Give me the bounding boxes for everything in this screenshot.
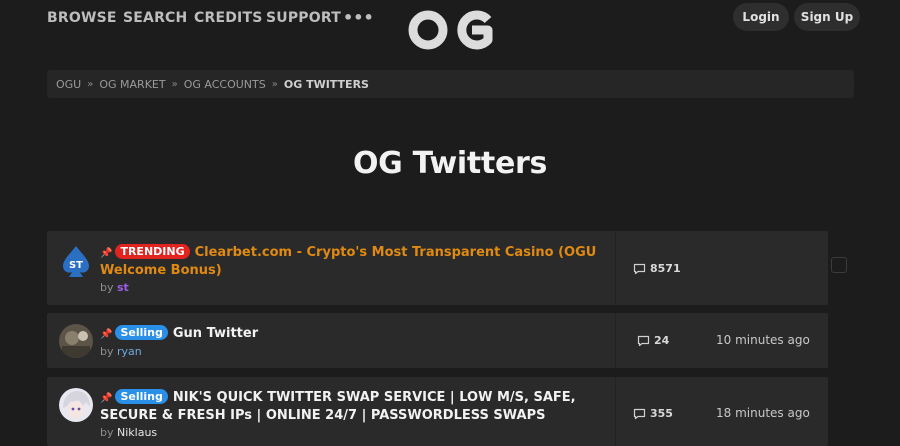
thread-row[interactable]: 📌 Selling Gun Twitter by ryan 24 10 minute… <box>47 313 828 368</box>
comment-icon <box>633 408 646 419</box>
by-label: by <box>100 345 114 358</box>
reply-count-value: 8571 <box>650 262 681 275</box>
selling-badge: Selling <box>115 389 168 404</box>
by-label: by <box>100 426 114 439</box>
nav-search[interactable]: SEARCH <box>123 10 187 26</box>
thread-content: 📌 Selling NIK'S QUICK TWITTER SWAP SERVICE… <box>100 389 610 439</box>
avatar[interactable] <box>59 388 93 422</box>
column-divider <box>615 231 616 305</box>
thread-row[interactable]: ST 📌 TRENDING Clearbet.com - Crypto's Most… <box>47 231 828 305</box>
page-title: OG Twitters <box>352 146 548 181</box>
pin-icon: 📌 <box>100 248 113 259</box>
last-post-time[interactable]: 10 minutes ago <box>716 333 810 347</box>
reply-count: 355 <box>633 407 673 420</box>
nav-support[interactable]: SUPPORT <box>266 10 341 26</box>
thread-title[interactable]: NIK'S QUICK TWITTER SWAP SERVICE | LOW M… <box>100 390 576 423</box>
selling-badge: Selling <box>115 325 168 340</box>
select-checkbox[interactable] <box>831 257 847 273</box>
breadcrumb: OGU » OG MARKET » OG ACCOUNTS » OG TWITT… <box>47 70 854 98</box>
og-logo-icon[interactable] <box>406 4 496 56</box>
avatar[interactable]: ST <box>59 244 93 278</box>
login-button[interactable]: Login <box>733 3 789 31</box>
more-menu-icon[interactable]: ••• <box>343 8 374 27</box>
breadcrumb-separator: » <box>271 78 278 90</box>
svg-text:ST: ST <box>69 260 83 271</box>
trending-badge: TRENDING <box>115 244 190 259</box>
thread-row[interactable]: 📌 Selling NIK'S QUICK TWITTER SWAP SERVICE… <box>47 377 828 446</box>
thread-author[interactable]: ryan <box>117 345 142 358</box>
breadcrumb-og-accounts[interactable]: OG ACCOUNTS <box>184 78 266 91</box>
avatar[interactable] <box>59 324 93 358</box>
breadcrumb-og-market[interactable]: OG MARKET <box>99 78 165 91</box>
breadcrumb-separator: » <box>87 78 94 90</box>
thread-author[interactable]: Niklaus <box>117 426 157 439</box>
thread-title[interactable]: Gun Twitter <box>173 326 258 341</box>
breadcrumb-ogu[interactable]: OGU <box>56 78 81 91</box>
breadcrumb-og-twitters: OG TWITTERS <box>283 77 369 91</box>
reply-count: 8571 <box>633 262 681 275</box>
nav-browse[interactable]: BROWSE <box>47 10 117 26</box>
pin-icon: 📌 <box>100 393 113 404</box>
reply-count-value: 355 <box>650 407 673 420</box>
by-label: by <box>100 281 114 294</box>
thread-content: 📌 Selling Gun Twitter by ryan <box>100 325 610 358</box>
comment-icon <box>637 335 650 346</box>
pin-icon: 📌 <box>100 329 113 340</box>
thread-content: 📌 TRENDING Clearbet.com - Crypto's Most Tr… <box>100 244 610 294</box>
comment-icon <box>633 263 646 274</box>
nav-credits[interactable]: CREDITS <box>194 10 262 26</box>
last-post-time[interactable]: 18 minutes ago <box>716 406 810 420</box>
breadcrumb-separator: » <box>171 78 178 90</box>
reply-count: 24 <box>637 334 669 347</box>
thread-author[interactable]: st <box>117 281 129 294</box>
signup-button[interactable]: Sign Up <box>794 3 860 31</box>
column-divider <box>615 313 616 368</box>
reply-count-value: 24 <box>654 334 670 347</box>
column-divider <box>615 377 616 446</box>
